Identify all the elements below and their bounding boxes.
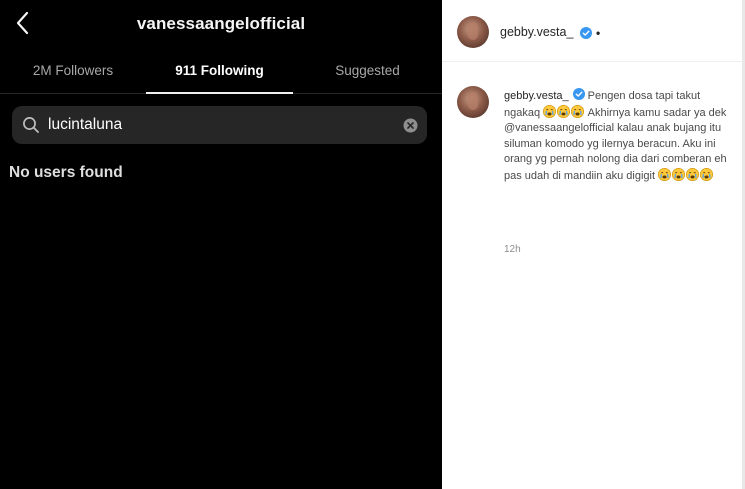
active-tab-indicator bbox=[146, 92, 293, 94]
tab-followers[interactable]: 2M Followers bbox=[0, 56, 146, 94]
avatar[interactable] bbox=[457, 16, 489, 48]
profile-name-title: vanessaangelofficial bbox=[136, 14, 306, 33]
crying-face-icon bbox=[557, 104, 571, 118]
crying-face-icon bbox=[543, 104, 557, 118]
separator-dot: • bbox=[596, 26, 601, 40]
crying-face-icon bbox=[672, 167, 686, 181]
header-username[interactable]: gebby.vesta_ bbox=[500, 25, 573, 39]
crying-face-icon bbox=[571, 104, 585, 118]
comment-timestamp: 12h bbox=[504, 244, 521, 255]
emoji-run-1 bbox=[543, 104, 585, 119]
crying-face-icon bbox=[658, 167, 672, 181]
tab-following[interactable]: 911 Following bbox=[146, 56, 293, 94]
search-bar bbox=[12, 106, 427, 144]
search-input[interactable] bbox=[48, 106, 398, 144]
top-bar: vanessaangelofficial bbox=[0, 0, 442, 50]
tab-bar: 2M Followers 911 Following Suggested bbox=[0, 56, 442, 94]
comment-text: gebby.vesta_ Pengen dosa tapi takut ngaka… bbox=[504, 88, 736, 184]
tab-suggested[interactable]: Suggested bbox=[293, 56, 442, 94]
verified-badge-icon bbox=[572, 88, 585, 100]
search-icon bbox=[22, 116, 40, 134]
empty-results-message: No users found bbox=[9, 164, 123, 181]
following-list-panel: vanessaangelofficial 2M Followers 911 Fo… bbox=[0, 0, 442, 489]
post-comment-panel: gebby.vesta_ • gebby.vesta_ Pengen dosa t… bbox=[442, 0, 745, 489]
crying-face-icon bbox=[686, 167, 700, 181]
comment-avatar[interactable] bbox=[457, 86, 489, 118]
comment-username[interactable]: gebby.vesta_ bbox=[504, 90, 569, 102]
post-header: gebby.vesta_ • bbox=[442, 0, 742, 62]
verified-badge-icon bbox=[580, 26, 592, 39]
crying-face-icon bbox=[700, 167, 714, 181]
clear-icon[interactable] bbox=[403, 118, 418, 133]
emoji-run-2 bbox=[658, 167, 714, 182]
